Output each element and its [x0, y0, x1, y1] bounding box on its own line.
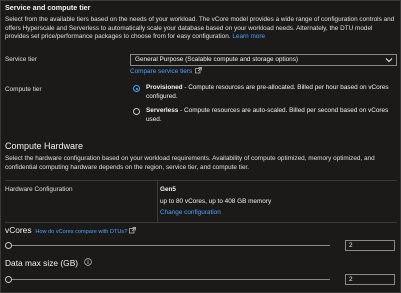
provisioned-radio[interactable] [133, 85, 140, 92]
vcores-label: vCores [5, 225, 32, 235]
provisioned-description: - Compute resources are pre-allocated. B… [146, 84, 389, 100]
learn-more-link[interactable]: Learn more [232, 33, 265, 40]
hardware-table-divider-vertical [157, 181, 158, 222]
hardware-table-divider-top [5, 180, 397, 181]
hardware-config-detail: up to 80 vCores, up to 408 GB memory [160, 198, 272, 205]
chevron-down-icon [385, 58, 393, 63]
data-max-label: Data max size (GB) [5, 258, 79, 268]
vcores-input[interactable]: 2 [345, 240, 395, 251]
vcores-compare-link[interactable]: How do vCores compare with DTUs? [35, 229, 127, 235]
compare-service-tiers-link[interactable]: Compare service tiers [130, 68, 192, 75]
service-tier-label: Service tier [5, 56, 37, 63]
serverless-radio[interactable] [133, 108, 140, 115]
data-max-slider-track[interactable] [8, 279, 330, 280]
provisioned-name: Provisioned [146, 84, 183, 91]
service-tier-description: Select from the available tiers based on… [5, 16, 397, 42]
hardware-config-name: Gen5 [160, 186, 176, 193]
service-tier-value: General Purpose (Scalable compute and st… [135, 56, 299, 63]
vcores-header: vCores How do vCores compare with DTUs? [5, 225, 136, 237]
compute-tier-label: Compute tier [5, 86, 42, 93]
external-link-icon [195, 67, 202, 74]
service-description-text: Select from the available tiers based on… [5, 16, 395, 41]
data-max-header: Data max size (GB) [5, 258, 92, 270]
hardware-table-divider-bottom [5, 222, 397, 223]
service-tier-select[interactable]: General Purpose (Scalable compute and st… [130, 54, 397, 66]
hardware-config-label: Hardware Configuration [5, 186, 73, 193]
external-link-icon [129, 227, 136, 234]
data-max-input[interactable]: 2 [345, 274, 395, 285]
compare-service-tiers[interactable]: Compare service tiers [130, 67, 202, 77]
serverless-description: - Compute resources are auto-scaled. Bil… [146, 107, 389, 123]
service-tier-heading: Service and compute tier [5, 3, 91, 12]
vcores-slider-thumb[interactable] [5, 242, 12, 249]
info-icon[interactable] [84, 258, 92, 266]
compute-tier-provisioned[interactable]: Provisioned - Compute resources are pre-… [133, 84, 397, 101]
compute-hardware-heading: Compute Hardware [5, 141, 84, 151]
compute-hardware-description: Select the hardware configuration based … [5, 155, 375, 171]
vcores-slider-track[interactable] [8, 245, 330, 246]
data-max-slider-thumb[interactable] [5, 276, 12, 283]
change-configuration-link[interactable]: Change configuration [160, 209, 221, 218]
serverless-name: Serverless [146, 107, 179, 114]
compute-tier-serverless[interactable]: Serverless - Compute resources are auto-… [133, 107, 397, 124]
